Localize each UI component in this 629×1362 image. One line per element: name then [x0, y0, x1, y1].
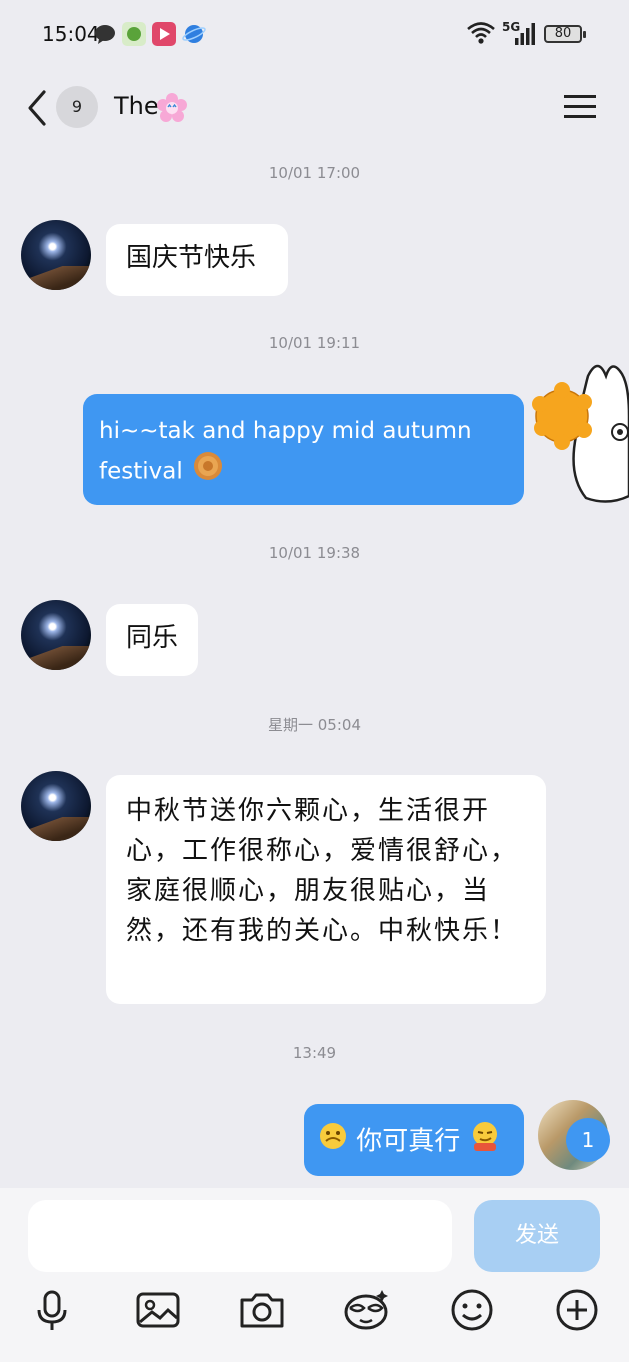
unread-count-badge[interactable]: 9 [56, 86, 98, 128]
message-bubble-incoming[interactable]: 中秋节送你六颗心，生活很开心，工作很称心，爱情很舒心，家庭很顺心，朋友很贴心，当… [106, 775, 546, 1004]
message-timestamp: 星期一 05:04 [268, 716, 361, 734]
app-notification-icon [122, 22, 146, 46]
battery-indicator: 80 [544, 25, 586, 43]
planet-app-icon [182, 22, 206, 46]
contact-avatar[interactable] [21, 220, 91, 290]
smirk-666-emoji-icon [469, 1120, 501, 1163]
message-bubble-outgoing[interactable]: hi~~tak and happy mid autumn festival [83, 394, 524, 505]
status-time: 15:04 [42, 22, 100, 46]
message-bubble-outgoing[interactable]: 你可真行 [304, 1104, 524, 1176]
image-icon[interactable] [132, 1284, 184, 1336]
reply-count-badge[interactable]: 1 [566, 1118, 610, 1162]
message-timestamp: 10/01 19:11 [268, 334, 361, 352]
message-timestamp: 10/01 17:00 [268, 164, 361, 182]
message-input[interactable] [28, 1200, 452, 1272]
menu-button[interactable] [562, 92, 598, 122]
thinking-emoji-icon [318, 1121, 348, 1162]
back-button[interactable] [22, 88, 52, 128]
mooncake-emoji-icon [192, 450, 224, 494]
contact-avatar[interactable] [21, 600, 91, 670]
message-timestamp: 13:49 [292, 1044, 337, 1062]
sticker-icon[interactable] [340, 1284, 392, 1336]
emoji-icon[interactable] [446, 1284, 498, 1336]
composer-bar: 发送 [0, 1188, 629, 1362]
signal-icon [514, 22, 536, 50]
message-timestamp: 10/01 19:38 [268, 544, 361, 562]
video-app-icon [152, 22, 176, 46]
plus-icon[interactable] [551, 1284, 603, 1336]
wifi-icon [466, 20, 496, 50]
send-button[interactable]: 发送 [474, 1200, 600, 1272]
message-bubble-incoming[interactable]: 同乐 [106, 604, 198, 676]
contact-avatar[interactable] [21, 771, 91, 841]
status-bar: 15:04 5G 80 [0, 0, 629, 70]
microphone-icon[interactable] [26, 1284, 78, 1336]
chat-header: 9 The [0, 70, 629, 150]
user-sticker-avatar[interactable] [528, 356, 629, 506]
camera-icon[interactable] [236, 1284, 288, 1336]
flower-icon [156, 92, 188, 124]
message-bubble-incoming[interactable]: 国庆节快乐 [106, 224, 288, 296]
chat-notification-icon [93, 22, 117, 46]
chat-title: The [114, 92, 159, 120]
message-text: hi~~tak and happy mid autumn festival [99, 418, 472, 485]
message-text: 你可真行 [356, 1126, 461, 1157]
